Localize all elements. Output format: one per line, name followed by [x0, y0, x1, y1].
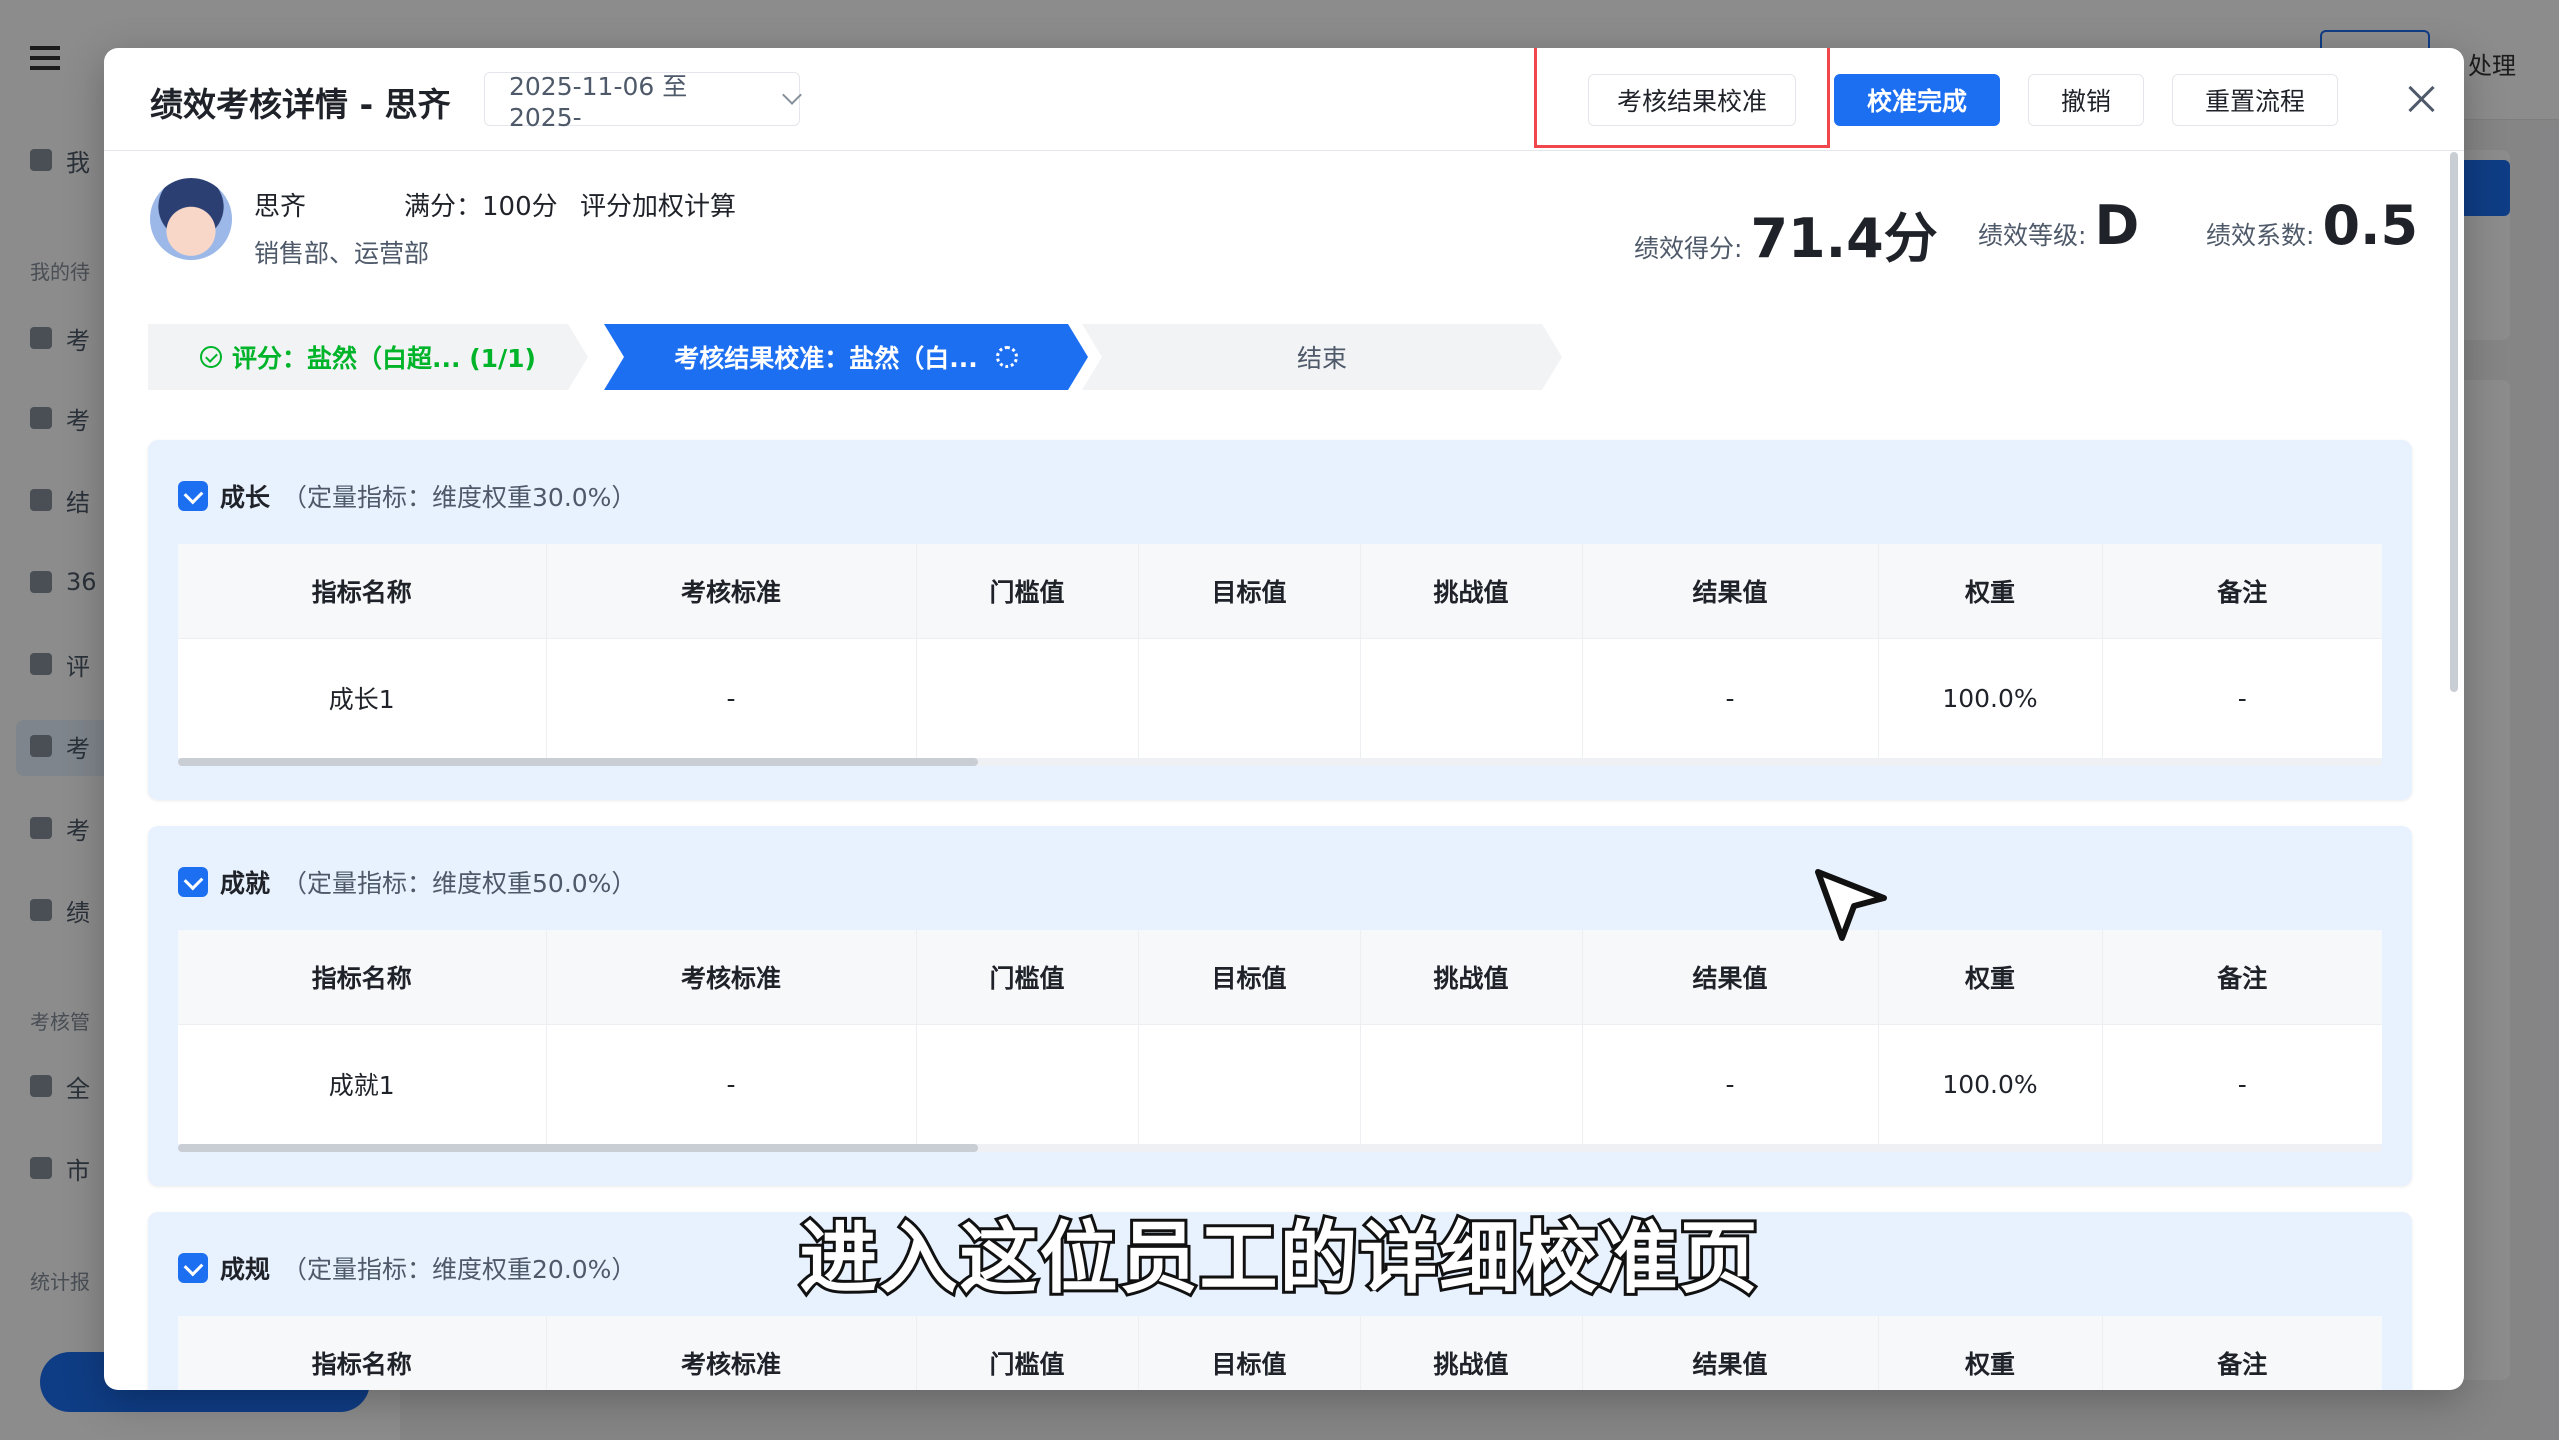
column-header: 权重 [1878, 930, 2103, 1025]
calibration-complete-button[interactable]: 校准完成 [1834, 74, 2000, 126]
table-header-row: 指标名称 考核标准 门槛值 目标值 挑战值 结果值 权重 备注 [178, 930, 2382, 1025]
table-cell [916, 1024, 1139, 1144]
column-header: 结果值 [1582, 1316, 1879, 1390]
column-header: 权重 [1878, 544, 2103, 639]
mouse-cursor-icon [1815, 869, 1887, 941]
indicator-table: 指标名称 考核标准 门槛值 目标值 挑战值 结果值 权重 备注 成长1 - - … [178, 544, 2382, 758]
column-header: 备注 [2102, 544, 2382, 639]
column-header: 考核标准 [546, 930, 917, 1025]
employee-name: 思齐 [254, 192, 307, 222]
column-header: 指标名称 [178, 930, 547, 1025]
section-check-icon [178, 481, 208, 511]
grade-label: 绩效等级: [1978, 221, 2087, 250]
scoring-method: 评分加权计算 [580, 192, 737, 222]
column-header: 指标名称 [178, 1316, 547, 1390]
horizontal-scrollbar[interactable] [178, 1144, 2382, 1152]
check-circle-icon [200, 346, 223, 368]
column-header: 门槛值 [916, 544, 1139, 639]
gear-icon [995, 346, 1018, 368]
column-header: 权重 [1878, 1316, 2103, 1390]
scrollbar-thumb[interactable] [178, 1144, 978, 1152]
indicator-table: 指标名称 考核标准 门槛值 目标值 挑战值 结果值 权重 备注 [178, 1316, 2382, 1390]
performance-coefficient: 绩效系数: 0.5 [2206, 194, 2418, 257]
performance-detail-modal: 绩效考核详情 - 思齐 2025-11-06 至 2025- 考核结果校准 校准… [104, 48, 2464, 1390]
date-range-select[interactable]: 2025-11-06 至 2025- [484, 72, 802, 132]
table-cell: 100.0% [1878, 638, 2103, 758]
reset-flow-button[interactable]: 重置流程 [2172, 74, 2338, 126]
column-header: 指标名称 [178, 544, 547, 639]
revoke-button[interactable]: 撤销 [2028, 74, 2144, 126]
column-header: 结果值 [1582, 544, 1879, 639]
coefficient-label: 绩效系数: [2206, 221, 2315, 250]
column-header: 门槛值 [916, 1316, 1139, 1390]
table-cell: - [546, 1024, 917, 1144]
chevron-down-icon [782, 85, 802, 105]
employee-departments: 销售部、运营部 [254, 239, 430, 268]
table-row: 成就1 - - 100.0% - [178, 1024, 2382, 1144]
performance-score: 绩效得分: 71.4分 [1634, 194, 1938, 273]
horizontal-scrollbar[interactable] [178, 758, 2382, 766]
column-header: 挑战值 [1360, 544, 1583, 639]
table-cell [916, 638, 1139, 758]
score-label: 绩效得分: [1634, 234, 1743, 263]
table-cell [1138, 638, 1361, 758]
coefficient-value: 0.5 [2322, 194, 2419, 257]
table-cell: - [2102, 638, 2382, 758]
table-cell: - [1582, 1024, 1879, 1144]
table-header-row: 指标名称 考核标准 门槛值 目标值 挑战值 结果值 权重 备注 [178, 1316, 2382, 1390]
section-growth: 成长 （定量指标：维度权重30.0%） 指标名称 考核标准 门槛值 目标值 挑战… [148, 440, 2412, 800]
grade-value: D [2094, 194, 2140, 257]
table-cell [1360, 1024, 1583, 1144]
column-header: 备注 [2102, 1316, 2382, 1390]
table-cell: - [1582, 638, 1879, 758]
date-range-value: 2025-11-06 至 2025- [509, 71, 688, 132]
step-scoring[interactable]: 评分：盐然（白超... (1/1) [148, 324, 588, 390]
avatar [150, 178, 232, 260]
step-calibration[interactable]: 考核结果校准：盐然（白... [604, 324, 1088, 390]
section-header: 成长 （定量指标：维度权重30.0%） [178, 478, 636, 514]
section-header: 成就 （定量指标：维度权重50.0%） [178, 864, 636, 900]
step-end[interactable]: 结束 [1082, 324, 1562, 390]
column-header: 目标值 [1138, 1316, 1361, 1390]
column-header: 门槛值 [916, 930, 1139, 1025]
table-row: 成长1 - - 100.0% - [178, 638, 2382, 758]
table-cell: - [2102, 1024, 2382, 1144]
full-score: 满分：100分 [404, 192, 558, 222]
modal-header: 绩效考核详情 - 思齐 2025-11-06 至 2025- 考核结果校准 校准… [104, 48, 2464, 151]
column-header: 备注 [2102, 930, 2382, 1025]
modal-scrollbar[interactable] [2450, 152, 2458, 692]
section-achievement: 成就 （定量指标：维度权重50.0%） 指标名称 考核标准 门槛值 目标值 挑战… [148, 826, 2412, 1186]
section-check-icon [178, 867, 208, 897]
performance-grade: 绩效等级: D [1978, 194, 2139, 257]
table-cell [1138, 1024, 1361, 1144]
column-header: 考核标准 [546, 544, 917, 639]
scrollbar-thumb[interactable] [178, 758, 978, 766]
table-cell [1360, 638, 1583, 758]
table-cell: 成就1 [178, 1024, 547, 1144]
video-subtitle: 进入这位员工的详细校准页 [796, 1211, 1760, 1307]
close-icon[interactable] [2404, 82, 2438, 116]
table-header-row: 指标名称 考核标准 门槛值 目标值 挑战值 结果值 权重 备注 [178, 544, 2382, 639]
table-cell: 成长1 [178, 638, 547, 758]
modal-title: 绩效考核详情 - 思齐 [150, 85, 451, 124]
column-header: 考核标准 [546, 1316, 917, 1390]
table-cell: 100.0% [1878, 1024, 2103, 1144]
score-value: 71.4分 [1750, 207, 1938, 270]
highlight-annotation-box [1534, 48, 1830, 148]
column-header: 目标值 [1138, 544, 1361, 639]
column-header: 目标值 [1138, 930, 1361, 1025]
indicator-table: 指标名称 考核标准 门槛值 目标值 挑战值 结果值 权重 备注 成就1 - - … [178, 930, 2382, 1144]
table-cell: - [546, 638, 917, 758]
column-header: 挑战值 [1360, 930, 1583, 1025]
column-header: 挑战值 [1360, 1316, 1583, 1390]
